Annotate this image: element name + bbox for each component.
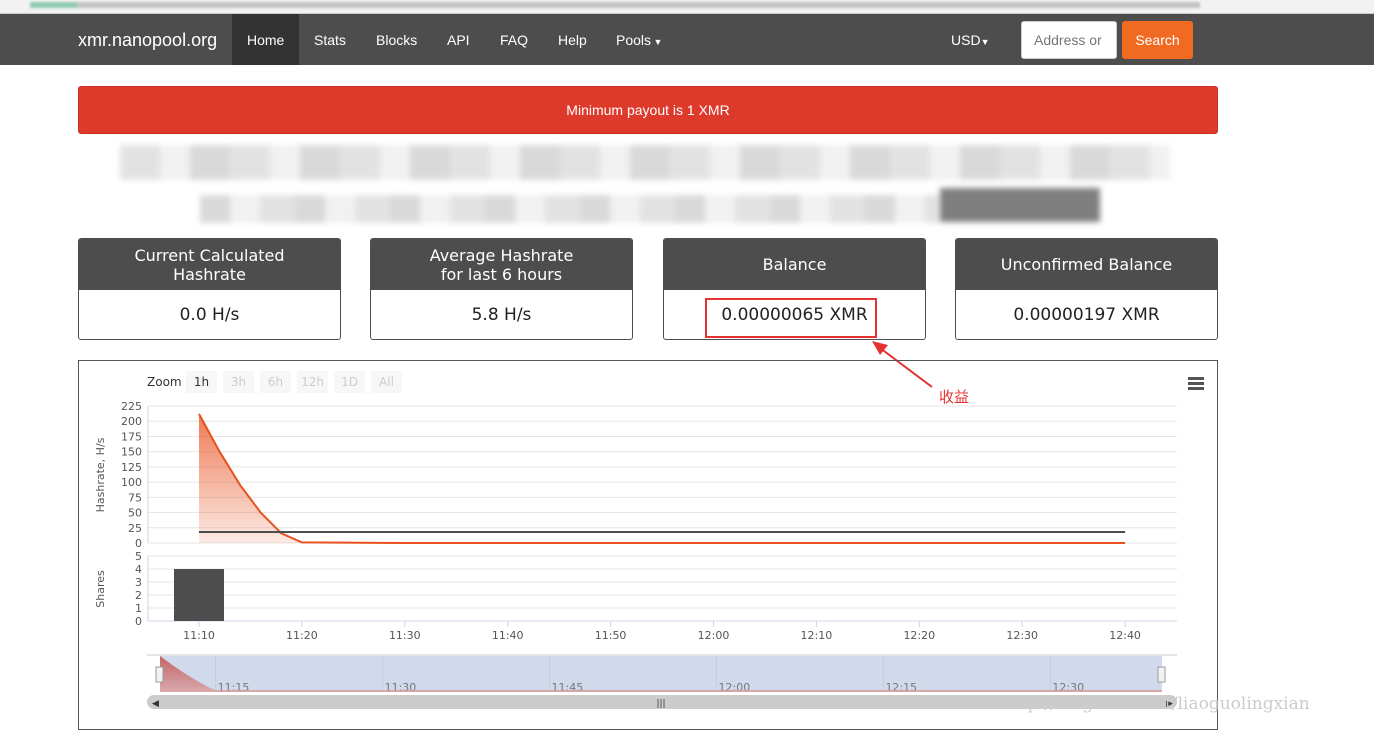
x-tick-label: 12:10 [801,629,833,642]
navigator-handle-left [155,666,164,683]
navigator-handle-right [1157,666,1166,683]
y-tick-label: 100 [121,476,142,489]
y-tick-label: 75 [128,491,142,504]
x-tick-label: 12:30 [1006,629,1038,642]
y-tick-label: 2 [135,589,142,602]
x-tick-label: 11:40 [492,629,524,642]
scroll-left-icon: ◀ [152,699,159,709]
y-tick-label: 4 [135,563,142,576]
navigator-tick-label: 12:15 [885,681,917,694]
scrollbar-grip-icon: ||| [656,699,665,709]
x-tick-label: 11:10 [183,629,215,642]
hashrate-area [199,413,1126,543]
y-tick-label: 1 [135,602,142,615]
x-tick-label: 12:40 [1109,629,1141,642]
y-tick-label: 3 [135,576,142,589]
y-tick-label: 25 [128,522,142,535]
y-tick-label: 200 [121,415,142,428]
y-tick-label: 50 [128,507,142,520]
navigator-tick-label: 11:30 [385,681,417,694]
x-tick-label: 11:20 [286,629,318,642]
hashrate-line [198,413,1126,544]
y-tick-label: 5 [135,550,142,563]
navigator-tick-label: 11:15 [218,681,250,694]
y-axis-label: Hashrate, H/s [94,437,107,512]
y-tick-label: 150 [121,446,142,459]
navigator-tick-label: 11:45 [552,681,584,694]
x-tick-label: 11:30 [389,629,421,642]
navigator-tick-label: 12:00 [719,681,751,694]
navigator-tick-label: 12:30 [1052,681,1084,694]
y-axis-label: Shares [94,570,107,608]
y-tick-label: 175 [121,430,142,443]
y-tick-label: 125 [121,461,142,474]
chart-svg: 0255075100125150175200225Hashrate, H/s01… [94,400,1177,709]
watermark: http://blog.csdn.net/liaoguolingxian [1003,694,1310,714]
navigator-mask [160,656,1162,692]
x-tick-label: 12:00 [698,629,730,642]
x-tick-label: 11:50 [595,629,627,642]
shares-bar [174,569,224,621]
y-tick-label: 0 [135,615,142,628]
y-tick-label: 225 [121,400,142,413]
x-tick-label: 12:20 [903,629,935,642]
y-tick-label: 0 [135,537,142,550]
